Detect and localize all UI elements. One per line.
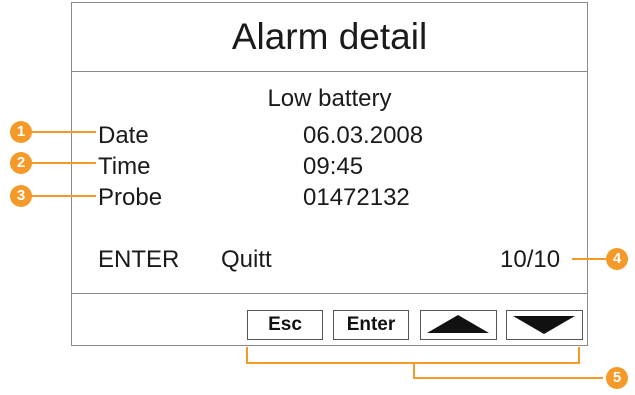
callout-badge-2: 2 (10, 152, 32, 174)
enter-hint-label: ENTER (98, 246, 180, 273)
quitt-hint-label: Quitt (221, 246, 272, 273)
alarm-counter: 10/10 (500, 246, 561, 273)
callout-badge-4: 4 (606, 248, 628, 270)
time-value: 09:45 (303, 153, 364, 180)
triangle-down-icon (513, 316, 575, 334)
callout-badge-1: 1 (10, 121, 32, 143)
enter-button[interactable]: Enter (333, 310, 409, 340)
callout-leader-1 (30, 131, 96, 133)
callout-bracket-stem (413, 362, 415, 378)
esc-button[interactable]: Esc (247, 310, 323, 340)
callout-badge-5: 5 (606, 367, 628, 389)
triangle-up-icon (427, 315, 489, 333)
alarm-name: Low battery (267, 85, 392, 112)
callout-badge-3: 3 (10, 185, 32, 207)
probe-label: Probe (98, 184, 163, 211)
callout-bracket-right (578, 347, 580, 363)
scroll-down-button[interactable] (506, 310, 583, 340)
title-bar: Alarm detail (72, 3, 587, 72)
alarm-detail-screen: Alarm detail Low battery Date 06.03.2008… (71, 2, 588, 346)
page-title: Alarm detail (231, 16, 428, 57)
date-label: Date (98, 122, 149, 149)
date-value: 06.03.2008 (303, 122, 424, 149)
callout-leader-3 (30, 195, 96, 197)
scroll-up-button[interactable] (420, 310, 497, 340)
callout-leader-5 (413, 377, 603, 379)
callout-leader-2 (30, 162, 96, 164)
time-label: Time (98, 153, 151, 180)
callout-bracket-left (246, 347, 248, 363)
probe-value: 01472132 (303, 184, 410, 211)
softkey-bar: Esc Enter (72, 293, 587, 345)
